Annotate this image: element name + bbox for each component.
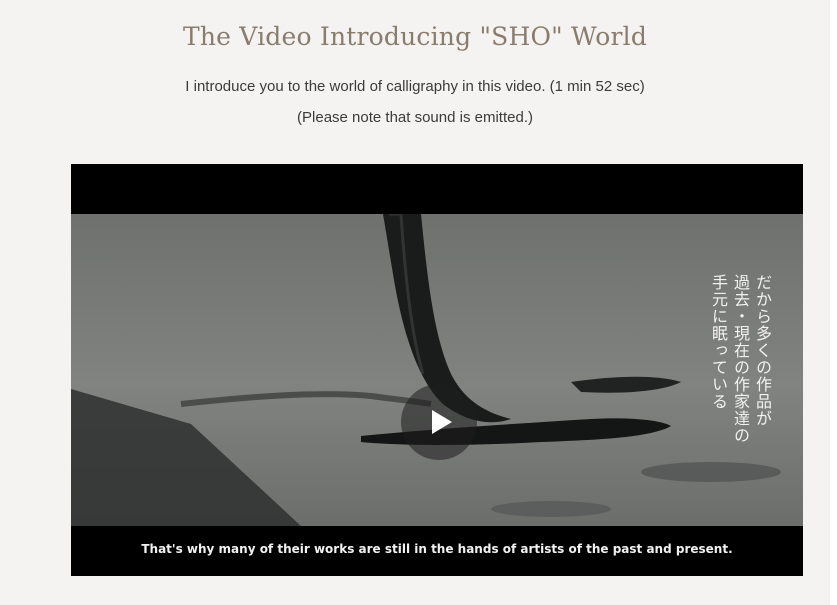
- page-title: The Video Introducing "SHO" World: [182, 22, 648, 51]
- calligraphy-scene-image: [71, 214, 803, 526]
- vertical-subtitle-col-1: だから多くの作品が: [753, 274, 772, 427]
- video-description: I introduce you to the world of calligra…: [185, 78, 645, 95]
- sound-notice: (Please note that sound is emitted.): [297, 109, 533, 126]
- play-icon: [432, 410, 452, 434]
- vertical-subtitle-col-2: 過去・現在の作家達の: [731, 274, 750, 444]
- play-button[interactable]: [401, 384, 477, 460]
- video-player[interactable]: だから多くの作品が 過去・現在の作家達の 手元に眠っている That's why…: [71, 164, 803, 576]
- page: The Video Introducing "SHO" World I intr…: [0, 0, 830, 605]
- vertical-subtitle-col-3: 手元に眠っている: [709, 274, 728, 410]
- scrollbar-gutter: [830, 0, 837, 605]
- video-frame: だから多くの作品が 過去・現在の作家達の 手元に眠っている: [71, 214, 803, 526]
- video-caption: That's why many of their works are still…: [141, 542, 733, 556]
